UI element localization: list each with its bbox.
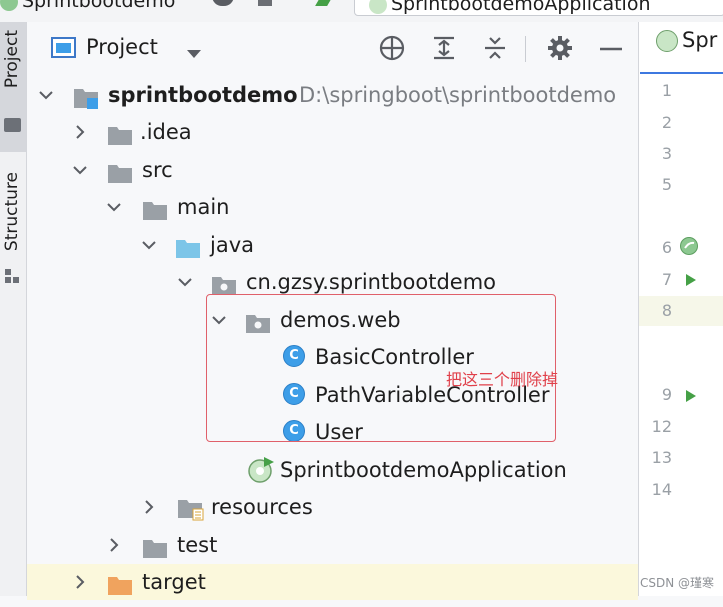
line-number: 1 (661, 81, 672, 100)
folder-icon (107, 159, 132, 183)
tree-node-app-class-label: SprintbootdemoApplication (280, 458, 567, 482)
toolbar-divider (525, 36, 526, 62)
view-dropdown-icon[interactable] (186, 44, 202, 63)
tree-node-app-class[interactable]: SprintbootdemoApplication (27, 452, 638, 488)
resources-folder-icon (177, 496, 204, 521)
run-gutter-icon[interactable] (685, 272, 697, 291)
tree-node-root[interactable]: sprintbootdemo D:\springboot\sprintbootd… (27, 77, 638, 113)
tree-node-test-label: test (177, 533, 218, 557)
tool-tab-project-label: Project (2, 30, 22, 89)
chevron-right-icon[interactable] (103, 527, 125, 563)
module-folder-icon (73, 84, 98, 109)
folder-icon (142, 196, 167, 220)
chevron-down-icon[interactable] (174, 264, 196, 300)
chevron-down-icon[interactable] (35, 77, 57, 113)
tree-node-target-label: target (142, 570, 206, 594)
minimize-icon[interactable] (597, 34, 625, 62)
tree-node-java-label: java (210, 233, 254, 257)
panel-title[interactable]: Project (86, 35, 158, 59)
editor-tab-left[interactable]: Sprintbootdemo (0, 0, 175, 16)
tree-node-resources-label: resources (211, 495, 313, 519)
run-config-label: SprintbootdemoApplication (391, 0, 651, 15)
line-number: 14 (651, 480, 672, 499)
tree-node-test[interactable]: test (27, 527, 638, 563)
folder-icon (4, 118, 21, 132)
expand-all-icon[interactable] (430, 34, 458, 62)
dropdown-icon[interactable] (258, 0, 272, 6)
locate-icon[interactable] (378, 34, 406, 62)
spring-bean-gutter-icon[interactable] (679, 236, 699, 256)
chevron-down-icon[interactable] (138, 227, 160, 263)
chevron-down-icon[interactable] (103, 189, 125, 225)
editor-tab-left-label: Sprintbootdemo (22, 0, 176, 12)
spring-app-icon (369, 0, 387, 14)
tree-node-root-label: sprintbootdemo (108, 83, 298, 107)
tree-node-src[interactable]: src (27, 152, 638, 188)
package-icon (211, 271, 236, 295)
build-hammer-icon[interactable] (315, 0, 333, 6)
line-number: 13 (651, 448, 672, 467)
line-number: 8 (661, 301, 672, 320)
line-number: 9 (661, 385, 672, 404)
folder-icon (142, 534, 167, 558)
line-number: 5 (661, 175, 672, 194)
chevron-down-icon[interactable] (69, 152, 91, 188)
tree-node-java[interactable]: java (27, 227, 638, 263)
tool-tab-structure[interactable]: Structure (0, 172, 26, 292)
line-number: 6 (661, 238, 672, 257)
gear-icon[interactable] (546, 34, 574, 62)
tree-node-idea-name: idea (146, 120, 192, 144)
excluded-folder-icon (107, 571, 132, 595)
tool-tab-structure-label: Structure (2, 172, 22, 252)
tree-node-main[interactable]: main (27, 189, 638, 225)
spring-boot-app-icon (247, 456, 275, 484)
spring-icon (0, 0, 18, 11)
tree-node-resources[interactable]: resources (27, 489, 638, 525)
chevron-right-icon[interactable] (69, 114, 91, 150)
line-number: 7 (661, 270, 672, 289)
person-icon[interactable] (212, 0, 234, 6)
tree-node-idea-label: .idea (140, 120, 192, 144)
spring-app-icon (656, 30, 678, 52)
structure-icon (5, 268, 19, 283)
chevron-right-icon[interactable] (138, 489, 160, 525)
tree-node-src-label: src (142, 158, 173, 182)
folder-icon (107, 121, 132, 145)
run-gutter-icon[interactable] (685, 388, 697, 407)
line-number: 12 (651, 417, 672, 436)
source-folder-icon (175, 234, 200, 258)
tree-node-idea[interactable]: .idea (27, 114, 638, 150)
editor-tab[interactable]: Spr (640, 28, 723, 74)
tree-node-main-label: main (177, 195, 230, 219)
watermark: CSDN @瑾寒 (640, 576, 715, 590)
chevron-right-icon[interactable] (69, 564, 91, 600)
tree-node-root-path: D:\springboot\sprintbootdemo (299, 83, 617, 107)
tree-node-target[interactable]: target (27, 564, 638, 600)
line-number: 3 (661, 144, 672, 163)
run-config-tab[interactable]: SprintbootdemoApplication (354, 0, 723, 16)
project-view-icon (51, 37, 76, 58)
line-number: 2 (661, 113, 672, 132)
top-tab-strip: Sprintbootdemo SprintbootdemoApplication (0, 0, 723, 23)
tool-tab-project[interactable]: Project (0, 22, 26, 152)
editor-tab-label: Spr (682, 28, 718, 52)
annotation-text: 把这三个删除掉 (446, 370, 559, 389)
collapse-all-icon[interactable] (481, 34, 509, 62)
